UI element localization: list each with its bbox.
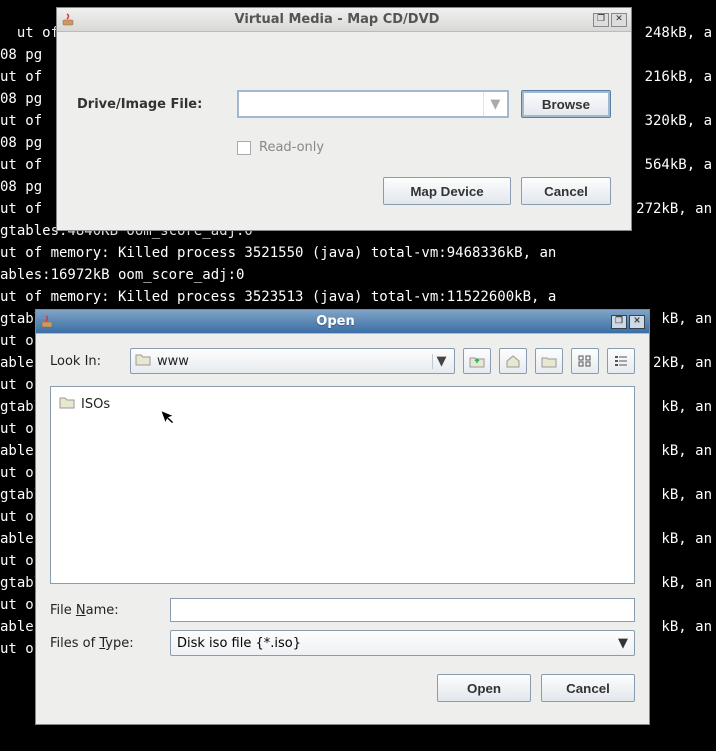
readonly-label: Read-only bbox=[259, 140, 324, 155]
vm-title: Virtual Media - Map CD/DVD bbox=[83, 12, 591, 27]
virtual-media-dialog: Virtual Media - Map CD/DVD ❐ ✕ Drive/Ima… bbox=[56, 7, 632, 231]
open-title: Open bbox=[62, 314, 609, 329]
drive-image-input[interactable] bbox=[239, 92, 483, 116]
map-device-button[interactable]: Map Device bbox=[383, 177, 511, 205]
browse-button[interactable]: Browse bbox=[521, 90, 611, 118]
java-app-icon bbox=[61, 12, 77, 28]
folder-item[interactable]: ISOs bbox=[57, 393, 112, 415]
chevron-down-icon[interactable]: ▼ bbox=[483, 92, 507, 116]
up-folder-button[interactable] bbox=[463, 348, 491, 374]
chevron-down-icon[interactable]: ▼ bbox=[618, 636, 628, 651]
vm-titlebar[interactable]: Virtual Media - Map CD/DVD ❐ ✕ bbox=[57, 8, 631, 32]
maximize-button[interactable]: ❐ bbox=[611, 315, 627, 329]
details-view-button[interactable] bbox=[607, 348, 635, 374]
mouse-cursor-icon bbox=[160, 405, 181, 430]
maximize-button[interactable]: ❐ bbox=[593, 13, 609, 27]
folder-name: ISOs bbox=[81, 397, 110, 412]
file-type-dropdown[interactable]: Disk iso file {*.iso} ▼ bbox=[170, 630, 635, 656]
cancel-button[interactable]: Cancel bbox=[541, 674, 635, 702]
open-file-dialog: Open ❐ ✕ Look In: www ▼ bbox=[35, 309, 650, 725]
cancel-button[interactable]: Cancel bbox=[521, 177, 611, 205]
readonly-checkbox[interactable] bbox=[237, 141, 251, 155]
file-type-label: Files of Type: bbox=[50, 636, 170, 651]
look-in-dropdown[interactable]: www ▼ bbox=[130, 348, 455, 374]
folder-icon bbox=[135, 352, 151, 370]
new-folder-button[interactable] bbox=[535, 348, 563, 374]
file-name-label: File Name: bbox=[50, 603, 170, 618]
home-button[interactable] bbox=[499, 348, 527, 374]
list-view-button[interactable] bbox=[571, 348, 599, 374]
look-in-label: Look In: bbox=[50, 354, 122, 369]
close-button[interactable]: ✕ bbox=[629, 315, 645, 329]
drive-image-combo[interactable]: ▼ bbox=[237, 90, 509, 118]
current-directory: www bbox=[157, 354, 432, 369]
file-list[interactable]: ISOs bbox=[50, 386, 635, 584]
open-button[interactable]: Open bbox=[437, 674, 531, 702]
close-button[interactable]: ✕ bbox=[611, 13, 627, 27]
file-type-value: Disk iso file {*.iso} bbox=[177, 636, 301, 651]
java-app-icon bbox=[40, 314, 56, 330]
open-titlebar[interactable]: Open ❐ ✕ bbox=[36, 310, 649, 334]
file-name-input[interactable] bbox=[170, 598, 635, 622]
drive-image-label: Drive/Image File: bbox=[77, 97, 237, 112]
chevron-down-icon[interactable]: ▼ bbox=[432, 354, 450, 369]
folder-icon bbox=[59, 395, 75, 413]
